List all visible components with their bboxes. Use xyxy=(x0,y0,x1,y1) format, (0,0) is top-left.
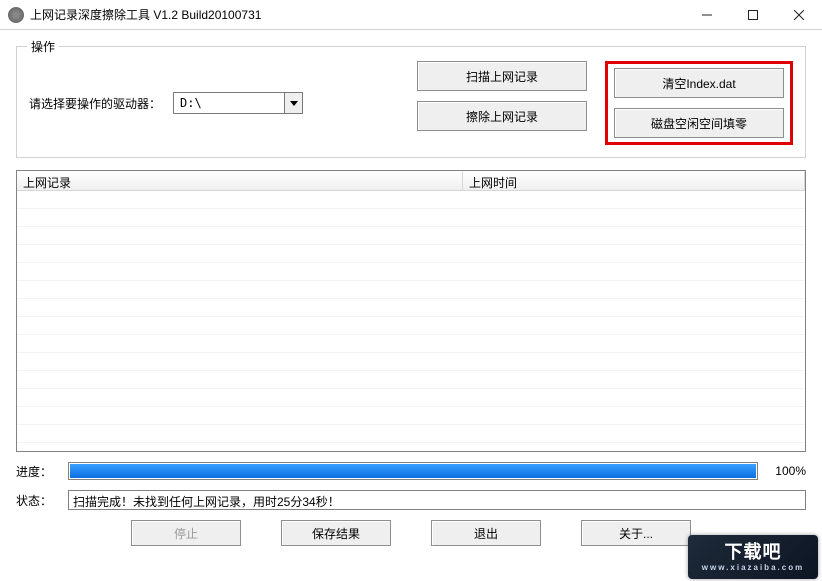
progress-label: 进度： xyxy=(16,463,60,480)
title-bar: 上网记录深度擦除工具 V1.2 Build20100731 xyxy=(0,0,822,30)
chevron-down-icon[interactable] xyxy=(284,93,302,113)
stop-button: 停止 xyxy=(131,520,241,546)
status-label: 状态： xyxy=(16,492,60,509)
close-button[interactable] xyxy=(776,0,822,29)
drive-select[interactable]: D:\ xyxy=(173,92,303,114)
clear-index-button[interactable]: 清空Index.dat xyxy=(614,68,784,98)
scan-button[interactable]: 扫描上网记录 xyxy=(417,61,587,91)
window-controls xyxy=(684,0,822,29)
app-icon xyxy=(8,7,24,23)
col-record[interactable]: 上网记录 xyxy=(17,171,463,190)
status-row: 状态： 扫描完成！未找到任何上网记录，用时25分34秒！ xyxy=(16,490,806,510)
bottom-bar: 停止 保存结果 退出 关于... xyxy=(16,520,806,546)
save-result-button[interactable]: 保存结果 xyxy=(281,520,391,546)
progress-fill xyxy=(70,464,756,478)
progress-percent: 100% xyxy=(766,464,806,478)
group-legend: 操作 xyxy=(27,38,59,55)
wipe-button[interactable]: 擦除上网记录 xyxy=(417,101,587,131)
minimize-button[interactable] xyxy=(684,0,730,29)
highlighted-buttons: 清空Index.dat 磁盘空闲空间填零 xyxy=(605,61,793,145)
progress-bar xyxy=(68,462,758,480)
operation-row: 请选择要操作的驱动器： D:\ 扫描上网记录 擦除上网记录 清空Index.da… xyxy=(29,61,793,145)
status-text: 扫描完成！未找到任何上网记录，用时25分34秒！ xyxy=(68,490,806,510)
operation-group: 操作 请选择要操作的驱动器： D:\ 扫描上网记录 擦除上网记录 清空Index… xyxy=(16,46,806,158)
exit-button[interactable]: 退出 xyxy=(431,520,541,546)
drive-label: 请选择要操作的驱动器： xyxy=(29,95,161,112)
window-title: 上网记录深度擦除工具 V1.2 Build20100731 xyxy=(30,6,684,23)
records-list[interactable]: 上网记录 上网时间 xyxy=(16,170,806,452)
maximize-button[interactable] xyxy=(730,0,776,29)
drive-value: D:\ xyxy=(174,96,284,110)
scan-wipe-column: 扫描上网记录 擦除上网记录 xyxy=(417,61,587,145)
list-body xyxy=(17,191,805,451)
button-columns: 扫描上网记录 擦除上网记录 清空Index.dat 磁盘空闲空间填零 xyxy=(417,61,793,145)
client-area: 操作 请选择要操作的驱动器： D:\ 扫描上网记录 擦除上网记录 清空Index… xyxy=(0,30,822,546)
col-time[interactable]: 上网时间 xyxy=(463,171,805,190)
fill-zero-button[interactable]: 磁盘空闲空间填零 xyxy=(614,108,784,138)
about-button[interactable]: 关于... xyxy=(581,520,691,546)
list-header: 上网记录 上网时间 xyxy=(17,171,805,191)
watermark-url: www.xiazaiba.com xyxy=(702,563,804,572)
progress-row: 进度： 100% xyxy=(16,462,806,480)
